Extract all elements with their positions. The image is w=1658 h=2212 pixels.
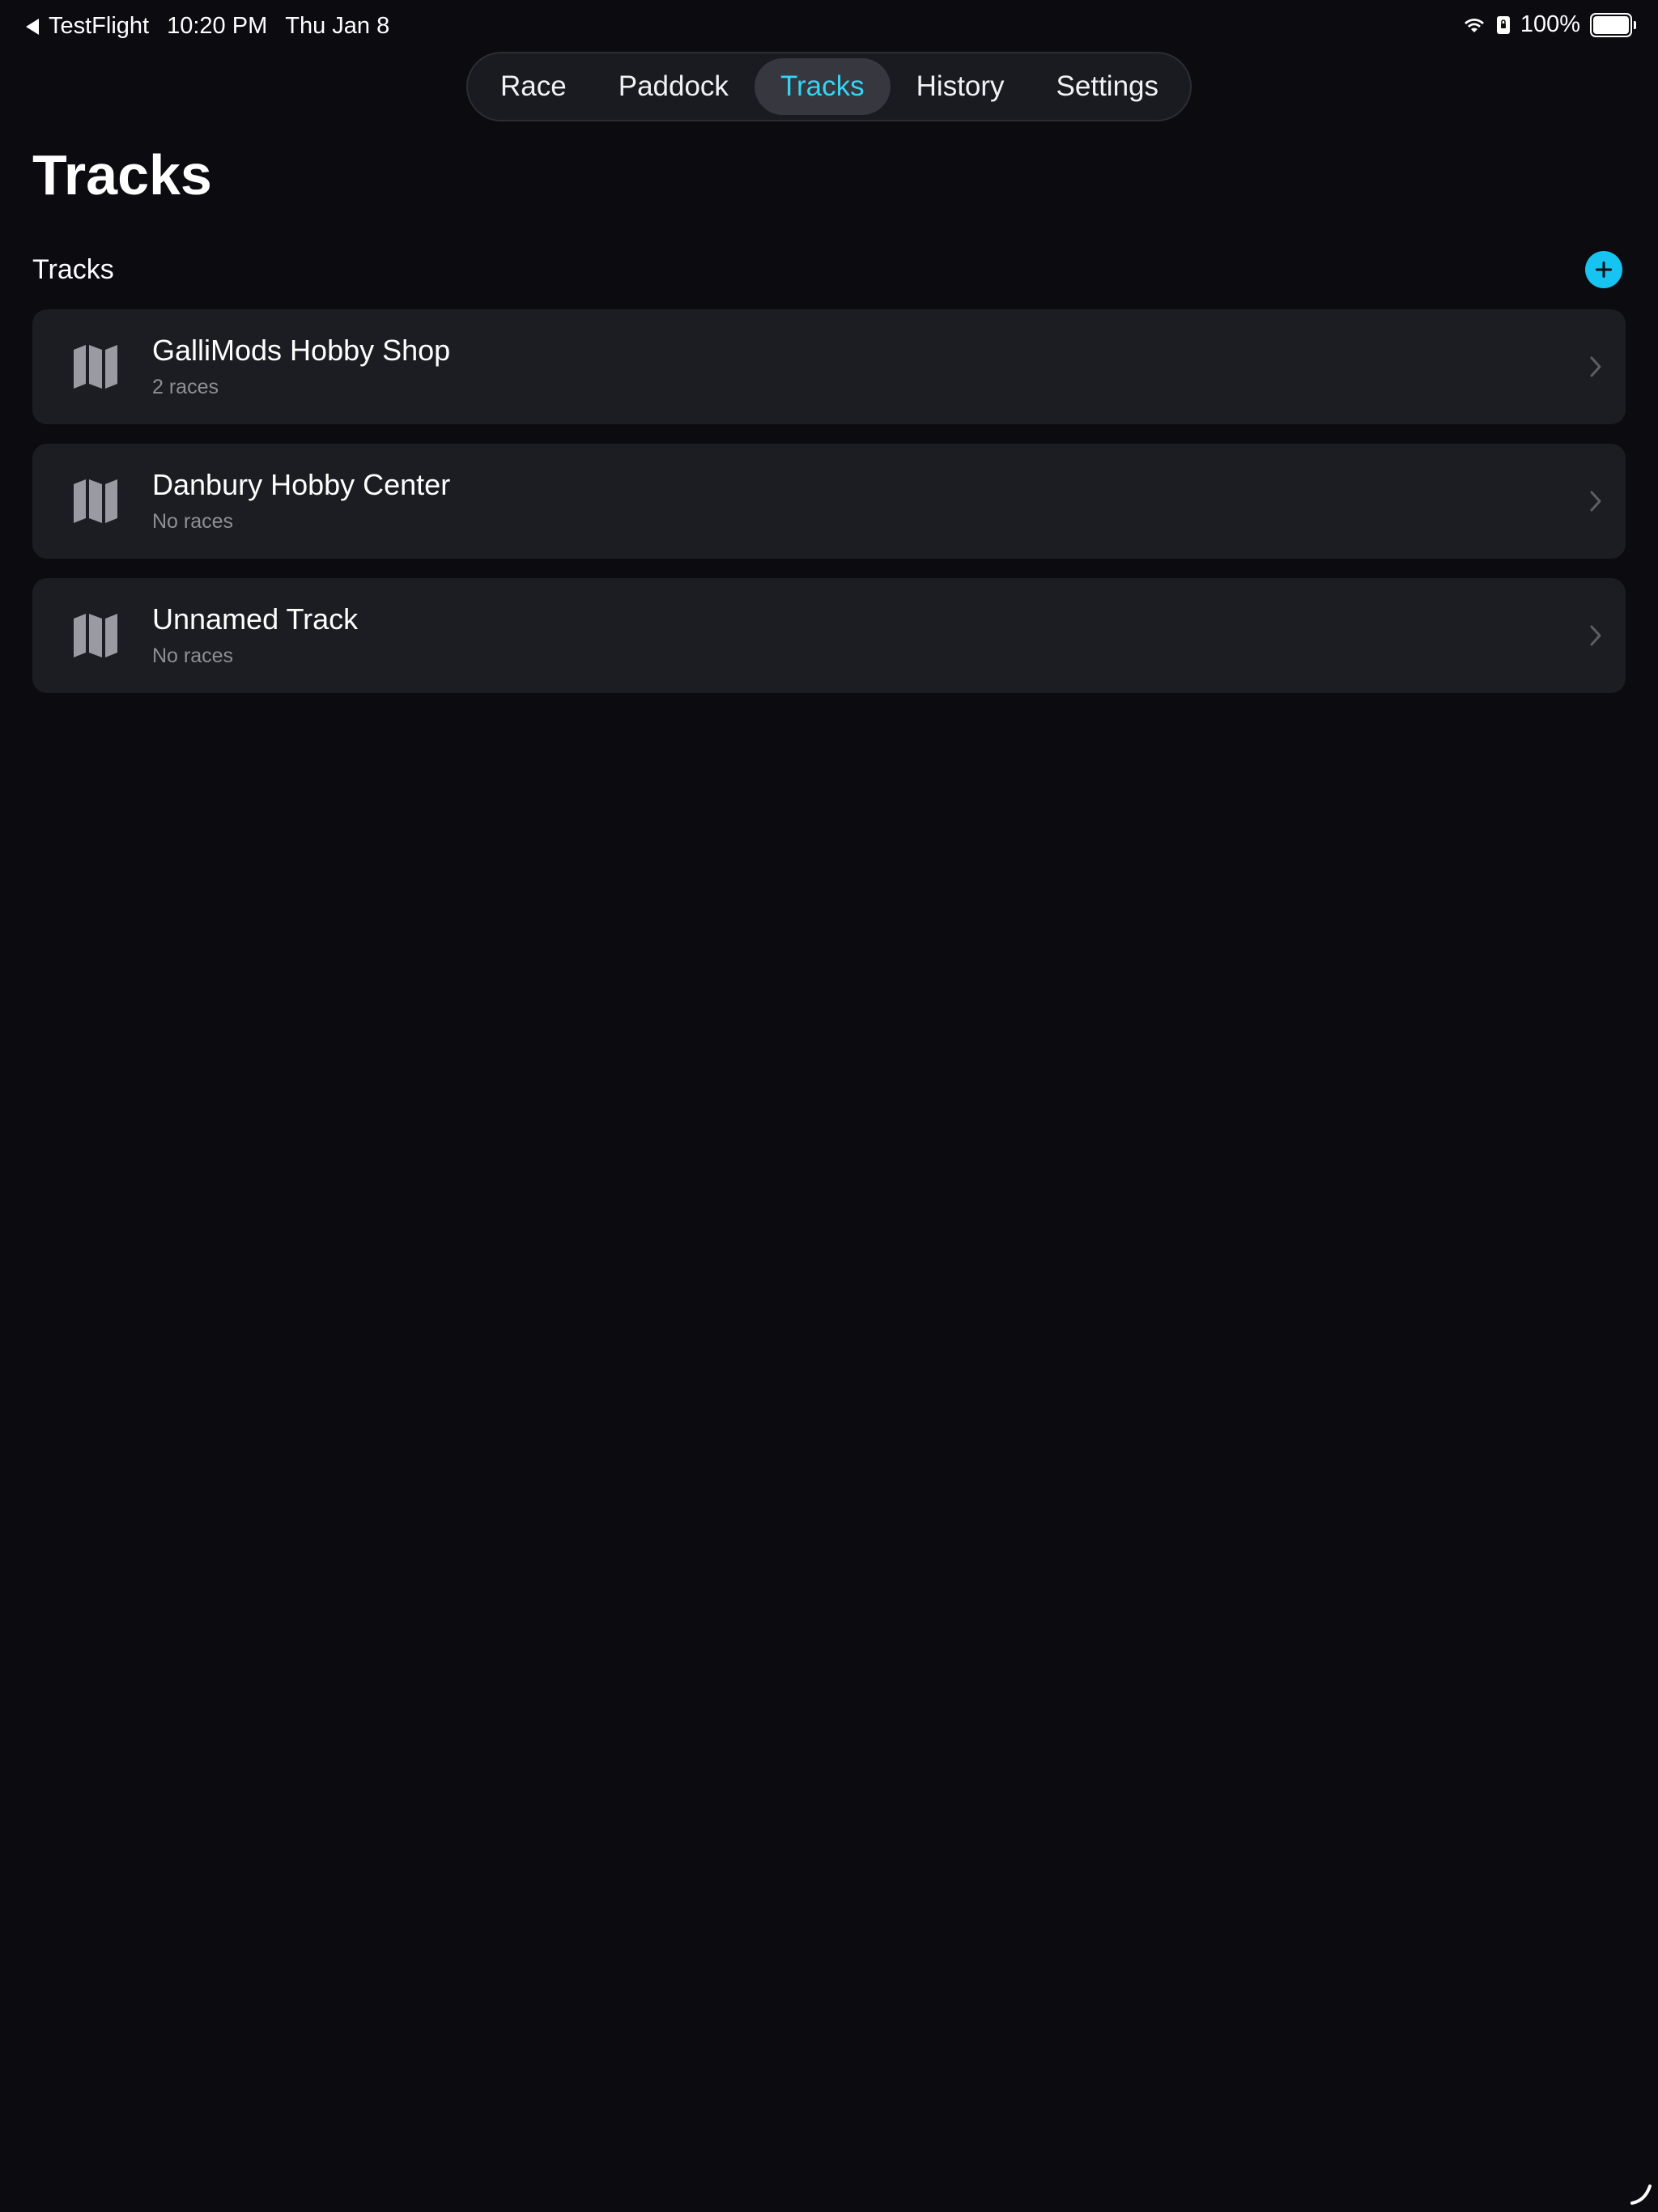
- status-time: 10:20 PM: [167, 13, 268, 39]
- track-list: GalliMods Hobby Shop 2 races Danbury Hob…: [32, 309, 1626, 713]
- battery-fill: [1593, 15, 1629, 34]
- tab-history[interactable]: History: [891, 58, 1031, 115]
- map-icon: [74, 614, 117, 657]
- chevron-right-icon: [1590, 625, 1601, 646]
- add-track-button[interactable]: [1585, 251, 1622, 288]
- chevron-right-icon: [1590, 491, 1601, 512]
- back-app-label[interactable]: TestFlight: [49, 13, 149, 40]
- track-name: Unnamed Track: [152, 602, 359, 636]
- track-race-count: No races: [152, 644, 234, 667]
- status-left: TestFlight 10:20 PM Thu Jan 8: [26, 13, 407, 40]
- status-bar: TestFlight 10:20 PM Thu Jan 8 100%: [0, 0, 1658, 52]
- battery-icon: [1590, 12, 1636, 37]
- status-right: 100%: [1452, 11, 1636, 38]
- track-race-count: No races: [152, 510, 234, 533]
- section-header: Tracks: [32, 251, 1626, 291]
- tab-tracks[interactable]: Tracks: [754, 58, 891, 115]
- track-name: Danbury Hobby Center: [152, 468, 451, 501]
- track-name: GalliMods Hobby Shop: [152, 334, 451, 367]
- back-arrow-icon[interactable]: [26, 18, 39, 35]
- orientation-lock-icon: [1496, 15, 1510, 34]
- battery-percent: 100%: [1520, 11, 1580, 37]
- tab-race[interactable]: Race: [474, 58, 593, 115]
- top-tab-bar: Race Paddock Tracks History Settings: [466, 52, 1192, 121]
- map-icon: [74, 345, 117, 389]
- track-race-count: 2 races: [152, 376, 219, 398]
- track-row[interactable]: Unnamed Track No races: [32, 578, 1626, 693]
- chevron-right-icon: [1590, 356, 1601, 377]
- status-date: Thu Jan 8: [285, 13, 390, 39]
- corner-indicator-icon: [1630, 2184, 1652, 2205]
- track-row[interactable]: Danbury Hobby Center No races: [32, 444, 1626, 559]
- section-title: Tracks: [32, 254, 114, 285]
- map-icon: [74, 479, 117, 523]
- plus-icon: [1596, 262, 1612, 278]
- track-row[interactable]: GalliMods Hobby Shop 2 races: [32, 309, 1626, 424]
- tracks-screen: TestFlight 10:20 PM Thu Jan 8 100% Race: [0, 0, 1658, 2212]
- page-title: Tracks: [32, 143, 212, 206]
- tab-settings[interactable]: Settings: [1031, 58, 1184, 115]
- tab-paddock[interactable]: Paddock: [593, 58, 755, 115]
- wifi-icon: [1464, 18, 1484, 32]
